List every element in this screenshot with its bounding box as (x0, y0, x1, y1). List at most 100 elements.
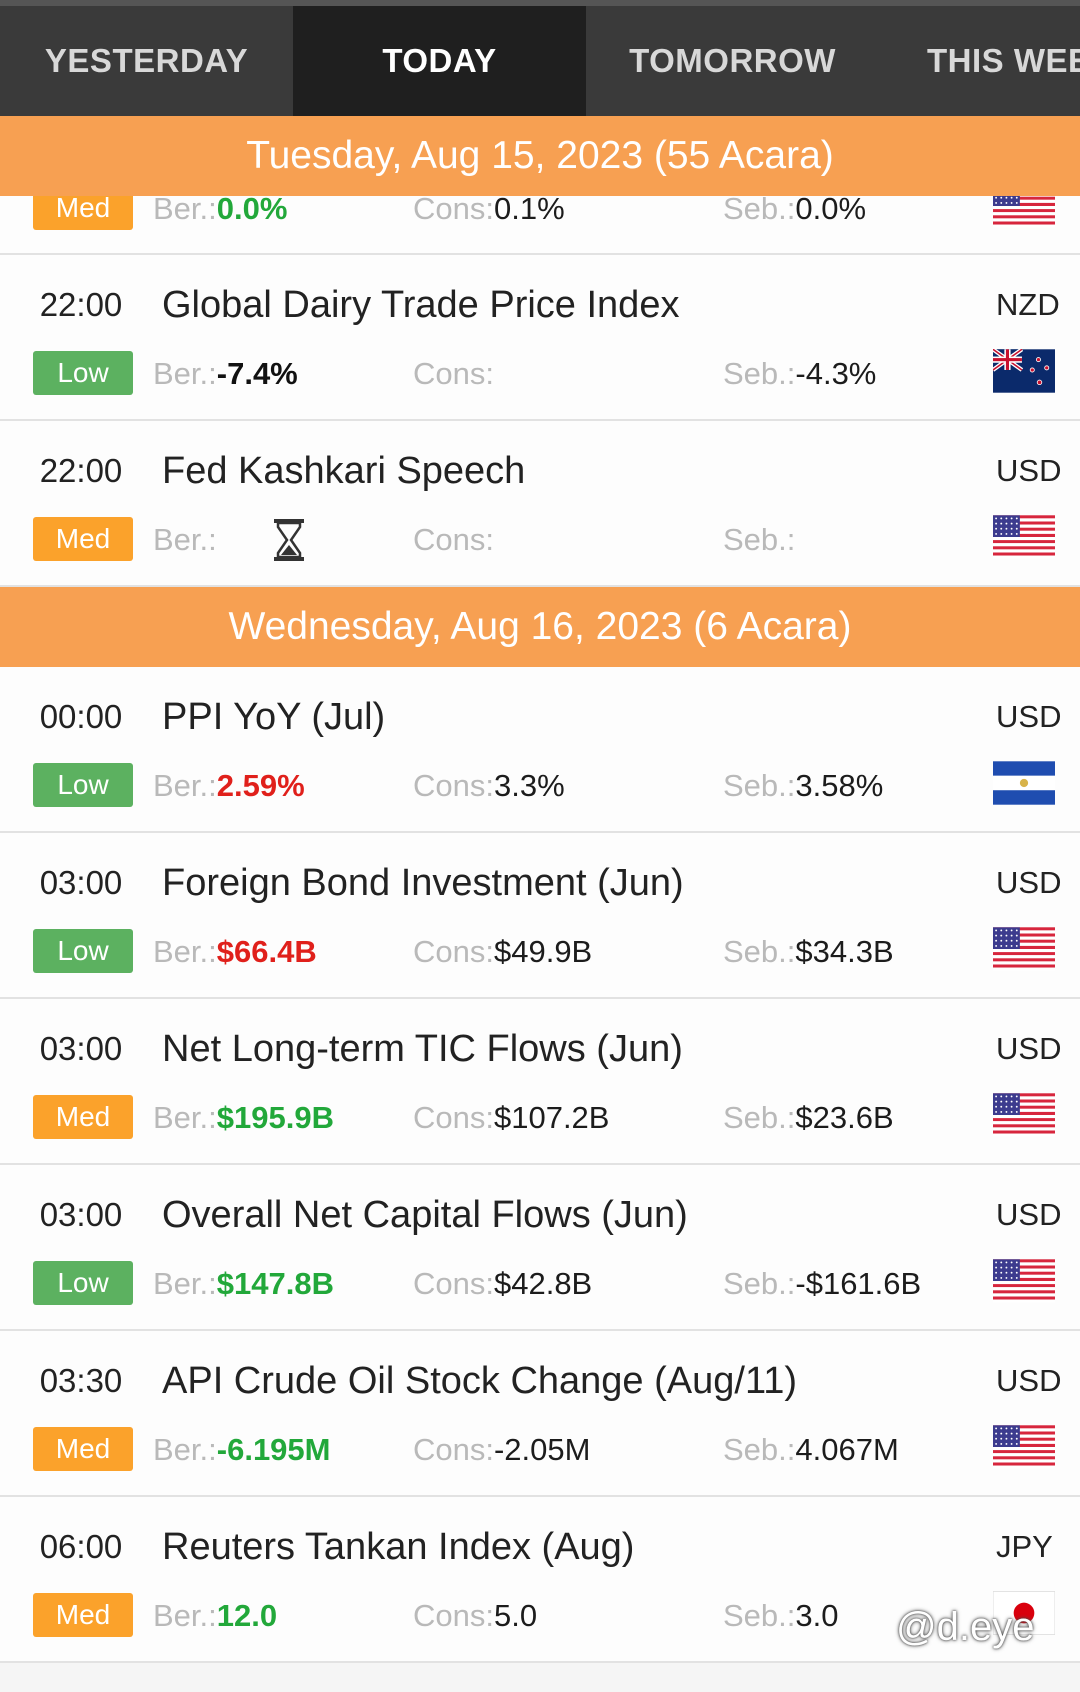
consensus-value: 0.1% (493, 196, 565, 226)
event-row[interactable]: 03:00 Foreign Bond Investment (Jun) USD L… (0, 833, 1080, 999)
event-time: 03:00 (39, 1030, 123, 1067)
previous-value: 3.0 (795, 1598, 839, 1633)
event-currency: NZD (996, 287, 1060, 322)
consensus-value: $42.8B (493, 1266, 593, 1301)
consensus-field: Cons: (413, 349, 494, 399)
actual-field: Ber.: 0.0% (153, 196, 287, 234)
us-flag (993, 1259, 1055, 1303)
actual-label: Ber.: (153, 1598, 217, 1633)
event-currency: USD (996, 865, 1062, 900)
event-title: Fed Kashkari Speech (162, 449, 526, 492)
consensus-field: Cons: 5.0 (413, 1591, 537, 1641)
us-flag (993, 1425, 1055, 1469)
event-currency: USD (996, 699, 1062, 734)
consensus-label: Cons: (413, 1266, 494, 1301)
event-currency: USD (996, 1031, 1062, 1066)
event-currency: USD (996, 1197, 1062, 1232)
impact-badge: Low (33, 351, 133, 395)
event-currency: USD (996, 1363, 1062, 1398)
previous-field: Seb.: 4.067M (723, 1425, 899, 1475)
event-title: API Crude Oil Stock Change (Aug/11) (162, 1359, 798, 1402)
previous-label: Seb.: (723, 1100, 796, 1135)
consensus-value: $49.9B (493, 934, 593, 969)
impact-badge: Med (33, 517, 133, 561)
consensus-value: $107.2B (493, 1100, 610, 1135)
consensus-field: Cons: $107.2B (413, 1093, 609, 1143)
event-row[interactable]: 03:00 Net Long-term TIC Flows (Jun) USD M… (0, 999, 1080, 1165)
event-time: 00:00 (39, 698, 123, 735)
impact-badge: Low (33, 763, 133, 807)
event-row[interactable]: Med Ber.: 0.0% Cons: 0.1% Seb.: 0.0% (0, 196, 1080, 255)
event-row[interactable]: 03:30 API Crude Oil Stock Change (Aug/11… (0, 1331, 1080, 1497)
actual-field: Ber.: (153, 515, 217, 565)
actual-value: -6.195M (216, 1432, 331, 1467)
consensus-field: Cons: $49.9B (413, 927, 592, 977)
consensus-field: Cons: 0.1% (413, 196, 565, 234)
previous-value: 4.067M (795, 1432, 899, 1467)
previous-value: 3.58% (795, 768, 884, 803)
actual-field: Ber.: 2.59% (153, 761, 305, 811)
event-title: Reuters Tankan Index (Aug) (162, 1525, 635, 1568)
actual-field: Ber.: $147.8B (153, 1259, 334, 1309)
event-time: 22:00 (39, 452, 123, 489)
calendar-list[interactable]: Tuesday, Aug 15, 2023 (55 Acara) Med Ber.… (0, 116, 1080, 1692)
tab-tomorrow[interactable]: TOMORROW (586, 6, 879, 116)
actual-value: 2.59% (216, 768, 305, 803)
tab-today[interactable]: TODAY (293, 6, 586, 116)
us-flag (993, 196, 1055, 228)
consensus-label: Cons: (413, 1598, 494, 1633)
previous-field: Seb.: 3.0 (723, 1591, 839, 1641)
event-time: 22:00 (39, 286, 123, 323)
consensus-field: Cons: (413, 515, 494, 565)
previous-value: $23.6B (795, 1100, 894, 1135)
event-row[interactable]: 22:00 Global Dairy Trade Price Index NZD… (0, 255, 1080, 421)
actual-label: Ber.: (153, 356, 217, 391)
event-title: Overall Net Capital Flows (Jun) (162, 1193, 688, 1236)
actual-label: Ber.: (153, 196, 217, 226)
sv-flag (993, 761, 1055, 805)
event-row[interactable]: 03:00 Overall Net Capital Flows (Jun) US… (0, 1165, 1080, 1331)
consensus-field: Cons: -2.05M (413, 1425, 590, 1475)
previous-label: Seb.: (723, 1432, 796, 1467)
us-flag (993, 927, 1055, 971)
actual-label: Ber.: (153, 768, 217, 803)
impact-badge: Med (33, 196, 133, 230)
actual-field: Ber.: -7.4% (153, 349, 298, 399)
impact-badge: Med (33, 1593, 133, 1637)
actual-value: $195.9B (216, 1100, 334, 1135)
impact-badge: Med (33, 1095, 133, 1139)
watermark-text: @d.eye (896, 1605, 1035, 1649)
tab-yesterday[interactable]: YESTERDAY (0, 6, 293, 116)
previous-field: Seb.: 3.58% (723, 761, 883, 811)
actual-label: Ber.: (153, 934, 217, 969)
previous-value: $34.3B (795, 934, 894, 969)
consensus-value: 3.3% (493, 768, 565, 803)
actual-field: Ber.: 12.0 (153, 1591, 277, 1641)
event-title: Foreign Bond Investment (Jun) (162, 861, 684, 904)
us-flag (993, 1093, 1055, 1137)
consensus-label: Cons: (413, 1432, 494, 1467)
impact-badge: Med (33, 1427, 133, 1471)
previous-label: Seb.: (723, 356, 796, 391)
event-row[interactable]: 22:00 Fed Kashkari Speech USD Med Ber.: C… (0, 421, 1080, 587)
consensus-label: Cons: (413, 934, 494, 969)
event-time: 03:00 (39, 1196, 123, 1233)
event-title: PPI YoY (Jul) (162, 695, 386, 738)
nz-flag (993, 349, 1055, 393)
consensus-value: 5.0 (493, 1598, 538, 1633)
event-row[interactable]: 00:00 PPI YoY (Jul) USD Low Ber.: 2.59% Co… (0, 667, 1080, 833)
previous-field: Seb.: $23.6B (723, 1093, 894, 1143)
previous-label: Seb.: (723, 934, 796, 969)
actual-value: $66.4B (216, 934, 317, 969)
consensus-label: Cons: (413, 522, 494, 557)
impact-badge: Low (33, 929, 133, 973)
consensus-label: Cons: (413, 356, 494, 391)
tab-this-week[interactable]: THIS WEE (879, 6, 1080, 116)
previous-field: Seb.: -4.3% (723, 349, 876, 399)
consensus-label: Cons: (413, 196, 494, 226)
actual-label: Ber.: (153, 522, 217, 557)
consensus-field: Cons: $42.8B (413, 1259, 592, 1309)
consensus-value: -2.05M (493, 1432, 591, 1467)
event-time: 03:30 (39, 1362, 123, 1399)
actual-label: Ber.: (153, 1432, 217, 1467)
